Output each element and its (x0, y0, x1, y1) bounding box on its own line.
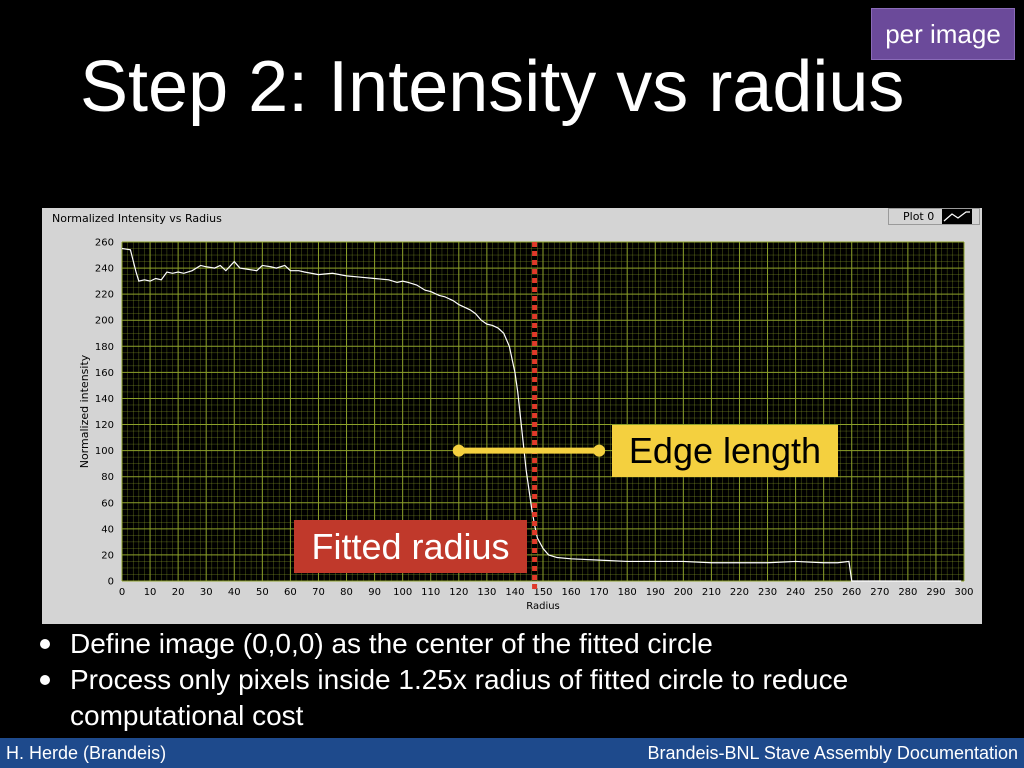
y-tick-label: 80 (101, 472, 114, 483)
x-tick-label: 230 (758, 587, 777, 598)
slide-title: Step 2: Intensity vs radius (80, 47, 905, 127)
x-tick-label: 80 (340, 587, 353, 598)
y-tick-label: 40 (101, 524, 114, 535)
y-tick-label: 240 (95, 264, 114, 275)
x-tick-label: 300 (954, 587, 973, 598)
x-tick-label: 130 (477, 587, 496, 598)
y-tick-label: 200 (95, 316, 114, 327)
y-tick-label: 0 (108, 577, 114, 588)
edge-length-label: Edge length (612, 425, 838, 477)
edge-length-start (452, 444, 465, 457)
x-tick-label: 120 (449, 587, 468, 598)
footer-project: Brandeis-BNL Stave Assembly Documentatio… (647, 743, 1018, 763)
x-tick-label: 160 (562, 587, 581, 598)
y-tick-label: 160 (95, 368, 114, 379)
x-tick-label: 180 (618, 587, 637, 598)
x-tick-label: 290 (926, 587, 945, 598)
x-tick-label: 200 (674, 587, 693, 598)
x-tick-label: 40 (228, 587, 241, 598)
x-tick-label: 60 (284, 587, 297, 598)
x-tick-label: 280 (898, 587, 917, 598)
bullet-dot-icon (40, 639, 50, 649)
x-tick-label: 170 (590, 587, 609, 598)
bullet-dot-icon (40, 675, 50, 685)
x-axis-label: Radius (526, 601, 560, 612)
x-tick-label: 20 (172, 587, 185, 598)
y-tick-label: 140 (95, 394, 114, 405)
x-tick-label: 0 (119, 587, 125, 598)
bullet-item: Define image (0,0,0) as the center of th… (40, 626, 1000, 662)
footer-author: H. Herde (Brandeis) (6, 743, 167, 763)
x-tick-label: 100 (393, 587, 412, 598)
x-tick-label: 140 (505, 587, 524, 598)
bullet-text: Process only pixels inside 1.25x radius … (70, 664, 849, 731)
y-tick-label: 60 (101, 498, 114, 509)
x-tick-label: 190 (646, 587, 665, 598)
bullet-text: Define image (0,0,0) as the center of th… (70, 628, 713, 659)
fitted-radius-label: Fitted radius (294, 520, 527, 573)
y-tick-label: 260 (95, 238, 114, 249)
y-tick-label: 100 (95, 446, 114, 457)
bullet-item: Process only pixels inside 1.25x radius … (40, 662, 1000, 734)
y-axis-label: Normalized intensity (78, 354, 91, 468)
footer-bar: H. Herde (Brandeis) Brandeis-BNL Stave A… (0, 738, 1024, 768)
y-tick-label: 20 (101, 550, 114, 561)
x-tick-label: 220 (730, 587, 749, 598)
x-tick-label: 30 (200, 587, 213, 598)
x-tick-label: 210 (702, 587, 721, 598)
x-tick-label: 240 (786, 587, 805, 598)
x-tick-label: 70 (312, 587, 325, 598)
y-tick-label: 120 (95, 420, 114, 431)
bullet-list: Define image (0,0,0) as the center of th… (40, 626, 1000, 734)
x-tick-label: 250 (814, 587, 833, 598)
x-tick-label: 10 (144, 587, 157, 598)
edge-length-end (593, 444, 606, 457)
x-tick-label: 50 (256, 587, 269, 598)
x-tick-label: 110 (421, 587, 440, 598)
x-tick-label: 270 (870, 587, 889, 598)
y-tick-label: 180 (95, 342, 114, 353)
x-tick-label: 90 (368, 587, 381, 598)
x-tick-label: 260 (842, 587, 861, 598)
y-tick-label: 220 (95, 290, 114, 301)
